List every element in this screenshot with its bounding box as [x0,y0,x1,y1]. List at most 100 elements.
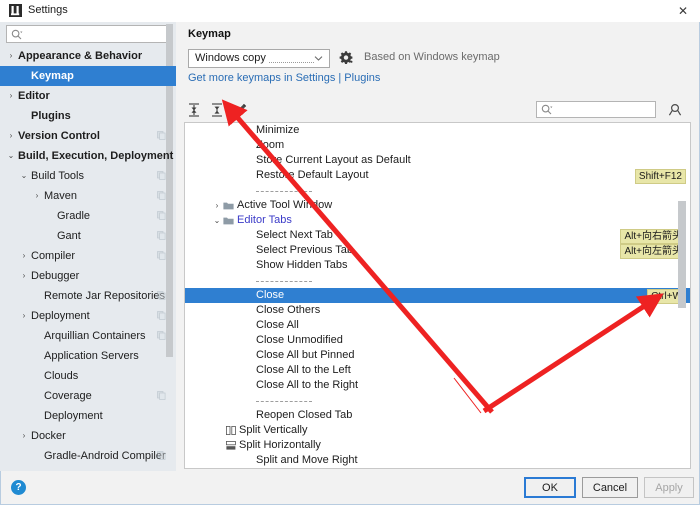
action-row-split-and-move-right[interactable]: Split and Move Right [185,453,690,468]
chevron-right-icon[interactable]: › [19,266,29,286]
sidebar-search[interactable] [6,25,170,43]
sidebar-item-keymap[interactable]: Keymap [0,66,176,86]
action-row-close-all-but-pinned[interactable]: Close All but Pinned [185,348,690,363]
expand-all-icon[interactable] [184,100,204,120]
copy-settings-icon[interactable] [157,211,166,220]
shortcut-badge: Alt+向左箭头 [620,244,686,259]
help-button[interactable]: ? [11,480,26,495]
action-row-close-all-to-the-right[interactable]: Close All to the Right [185,378,690,393]
action-row-active-tool-window[interactable]: › Active Tool Window [185,198,690,213]
settings-category-tree[interactable]: › Appearance & Behavior Keymap › Editor Plugi… [0,46,176,471]
chevron-right-icon[interactable]: › [19,426,29,446]
search-icon [11,29,23,40]
copy-settings-icon[interactable] [157,331,166,340]
separator-line [256,191,312,192]
cancel-button[interactable]: Cancel [582,477,638,498]
copy-settings-icon[interactable] [157,251,166,260]
action-row-minimize[interactable]: Minimize [185,123,690,138]
keymap-select-dots [269,62,314,63]
sidebar-item-build-execution-deployment[interactable]: ⌄ Build, Execution, Deployment [0,146,176,166]
chevron-right-icon[interactable]: › [6,46,16,66]
copy-settings-icon[interactable] [157,191,166,200]
copy-settings-icon[interactable] [157,171,166,180]
action-label: Show Hidden Tabs [256,259,348,271]
action-row-close[interactable]: Close Ctrl+W [185,288,690,304]
action-row-split-vertically[interactable]: Split Vertically [185,423,690,438]
sidebar-item-docker[interactable]: › Docker [0,426,176,446]
collapse-all-icon[interactable] [207,100,227,120]
sidebar-item-editor[interactable]: › Editor [0,86,176,106]
chevron-right-icon[interactable]: › [19,246,29,266]
ok-button[interactable]: OK [524,477,576,498]
sidebar-item-debugger[interactable]: › Debugger [0,266,176,286]
actions-list-scrollbar-thumb[interactable] [678,201,686,308]
action-row-show-hidden-tabs[interactable]: Show Hidden Tabs [185,258,690,273]
window-title: Settings [28,4,68,16]
sidebar-item-application-servers[interactable]: Application Servers [0,346,176,366]
copy-settings-icon[interactable] [157,231,166,240]
keymap-select[interactable]: Windows copy [188,49,330,68]
split-horizontally-icon [226,441,236,450]
chevron-down-icon[interactable]: ⌄ [6,146,16,166]
keymap-search-input[interactable] [557,102,657,119]
sidebar-item-gant[interactable]: Gant [0,226,176,246]
sidebar-item-deployment[interactable]: › Deployment [0,306,176,326]
sidebar-item-build-tools[interactable]: ⌄ Build Tools [0,166,176,186]
sidebar-item-maven[interactable]: › Maven [0,186,176,206]
action-row-split-horizontally[interactable]: Split Horizontally [185,438,690,453]
copy-settings-icon[interactable] [157,311,166,320]
sidebar-item-plugins[interactable]: Plugins [0,106,176,126]
sidebar-item-coverage[interactable]: Coverage [0,386,176,406]
chevron-down-icon[interactable]: ⌄ [19,166,29,186]
sidebar-search-input[interactable] [27,27,169,43]
copy-settings-icon[interactable] [157,451,166,460]
keymap-search[interactable] [536,101,657,119]
sidebar-item-remote-jar-repositories[interactable]: Remote Jar Repositories [0,286,176,306]
action-separator [185,183,690,198]
sidebar-item-arquillian-containers[interactable]: Arquillian Containers [0,326,176,346]
chevron-right-icon[interactable]: › [212,198,222,213]
action-row-store-current-layout-as-default[interactable]: Store Current Layout as Default [185,153,690,168]
action-row-select-previous-tab[interactable]: Select Previous Tab Alt+向左箭头 [185,243,690,259]
action-row-editor-tabs[interactable]: ⌄ Editor Tabs [185,213,690,228]
chevron-right-icon[interactable]: › [19,306,29,326]
folder-icon [223,217,234,225]
sidebar-item-deployment[interactable]: Deployment [0,406,176,426]
chevron-right-icon[interactable]: › [6,86,16,106]
copy-settings-icon[interactable] [157,131,166,140]
sidebar-item-compiler[interactable]: › Compiler [0,246,176,266]
action-row-restore-default-layout[interactable]: Restore Default Layout Shift+F12 [185,168,690,184]
action-separator [185,273,690,288]
edit-pencil-icon[interactable] [230,100,250,120]
apply-button[interactable]: Apply [644,477,694,498]
sidebar-item-label: Application Servers [44,350,139,362]
action-row-zoom[interactable]: Zoom [185,138,690,153]
sidebar-item-label: Gant [57,230,81,242]
sidebar-item-version-control[interactable]: › Version Control [0,126,176,146]
sidebar-item-clouds[interactable]: Clouds [0,366,176,386]
close-icon[interactable]: ✕ [666,0,700,22]
action-row-close-all[interactable]: Close All [185,318,690,333]
actions-list[interactable]: Minimize Zoom Store Current Layout as Defa… [184,122,691,469]
chevron-right-icon[interactable]: › [32,186,42,206]
sidebar-item-label: Remote Jar Repositories [44,290,166,302]
chevron-right-icon[interactable]: › [6,126,16,146]
sidebar-item-gradle-android-compiler[interactable]: Gradle-Android Compiler [0,446,176,466]
gear-icon[interactable] [338,50,354,66]
action-row-close-others[interactable]: Close Others [185,303,690,318]
action-row-select-next-tab[interactable]: Select Next Tab Alt+向右箭头 [185,228,690,244]
copy-settings-icon[interactable] [157,291,166,300]
action-row-split-and-move-down[interactable]: Split and Move Down [185,468,690,469]
get-more-keymaps-link[interactable]: Get more keymaps in Settings | Plugins [188,72,380,84]
copy-settings-icon[interactable] [157,391,166,400]
sidebar-item-gradle[interactable]: Gradle [0,206,176,226]
find-by-shortcut-icon[interactable] [666,101,684,119]
sidebar-item-label: Arquillian Containers [44,330,146,342]
sidebar-item-appearance-behavior[interactable]: › Appearance & Behavior [0,46,176,66]
action-row-close-all-to-the-left[interactable]: Close All to the Left [185,363,690,378]
keymap-panel: Keymap Windows copy Based on Windows key… [176,22,699,471]
chevron-down-icon[interactable]: ⌄ [212,213,222,228]
action-label: Close All [256,319,299,331]
action-row-close-unmodified[interactable]: Close Unmodified [185,333,690,348]
action-row-reopen-closed-tab[interactable]: Reopen Closed Tab [185,408,690,423]
